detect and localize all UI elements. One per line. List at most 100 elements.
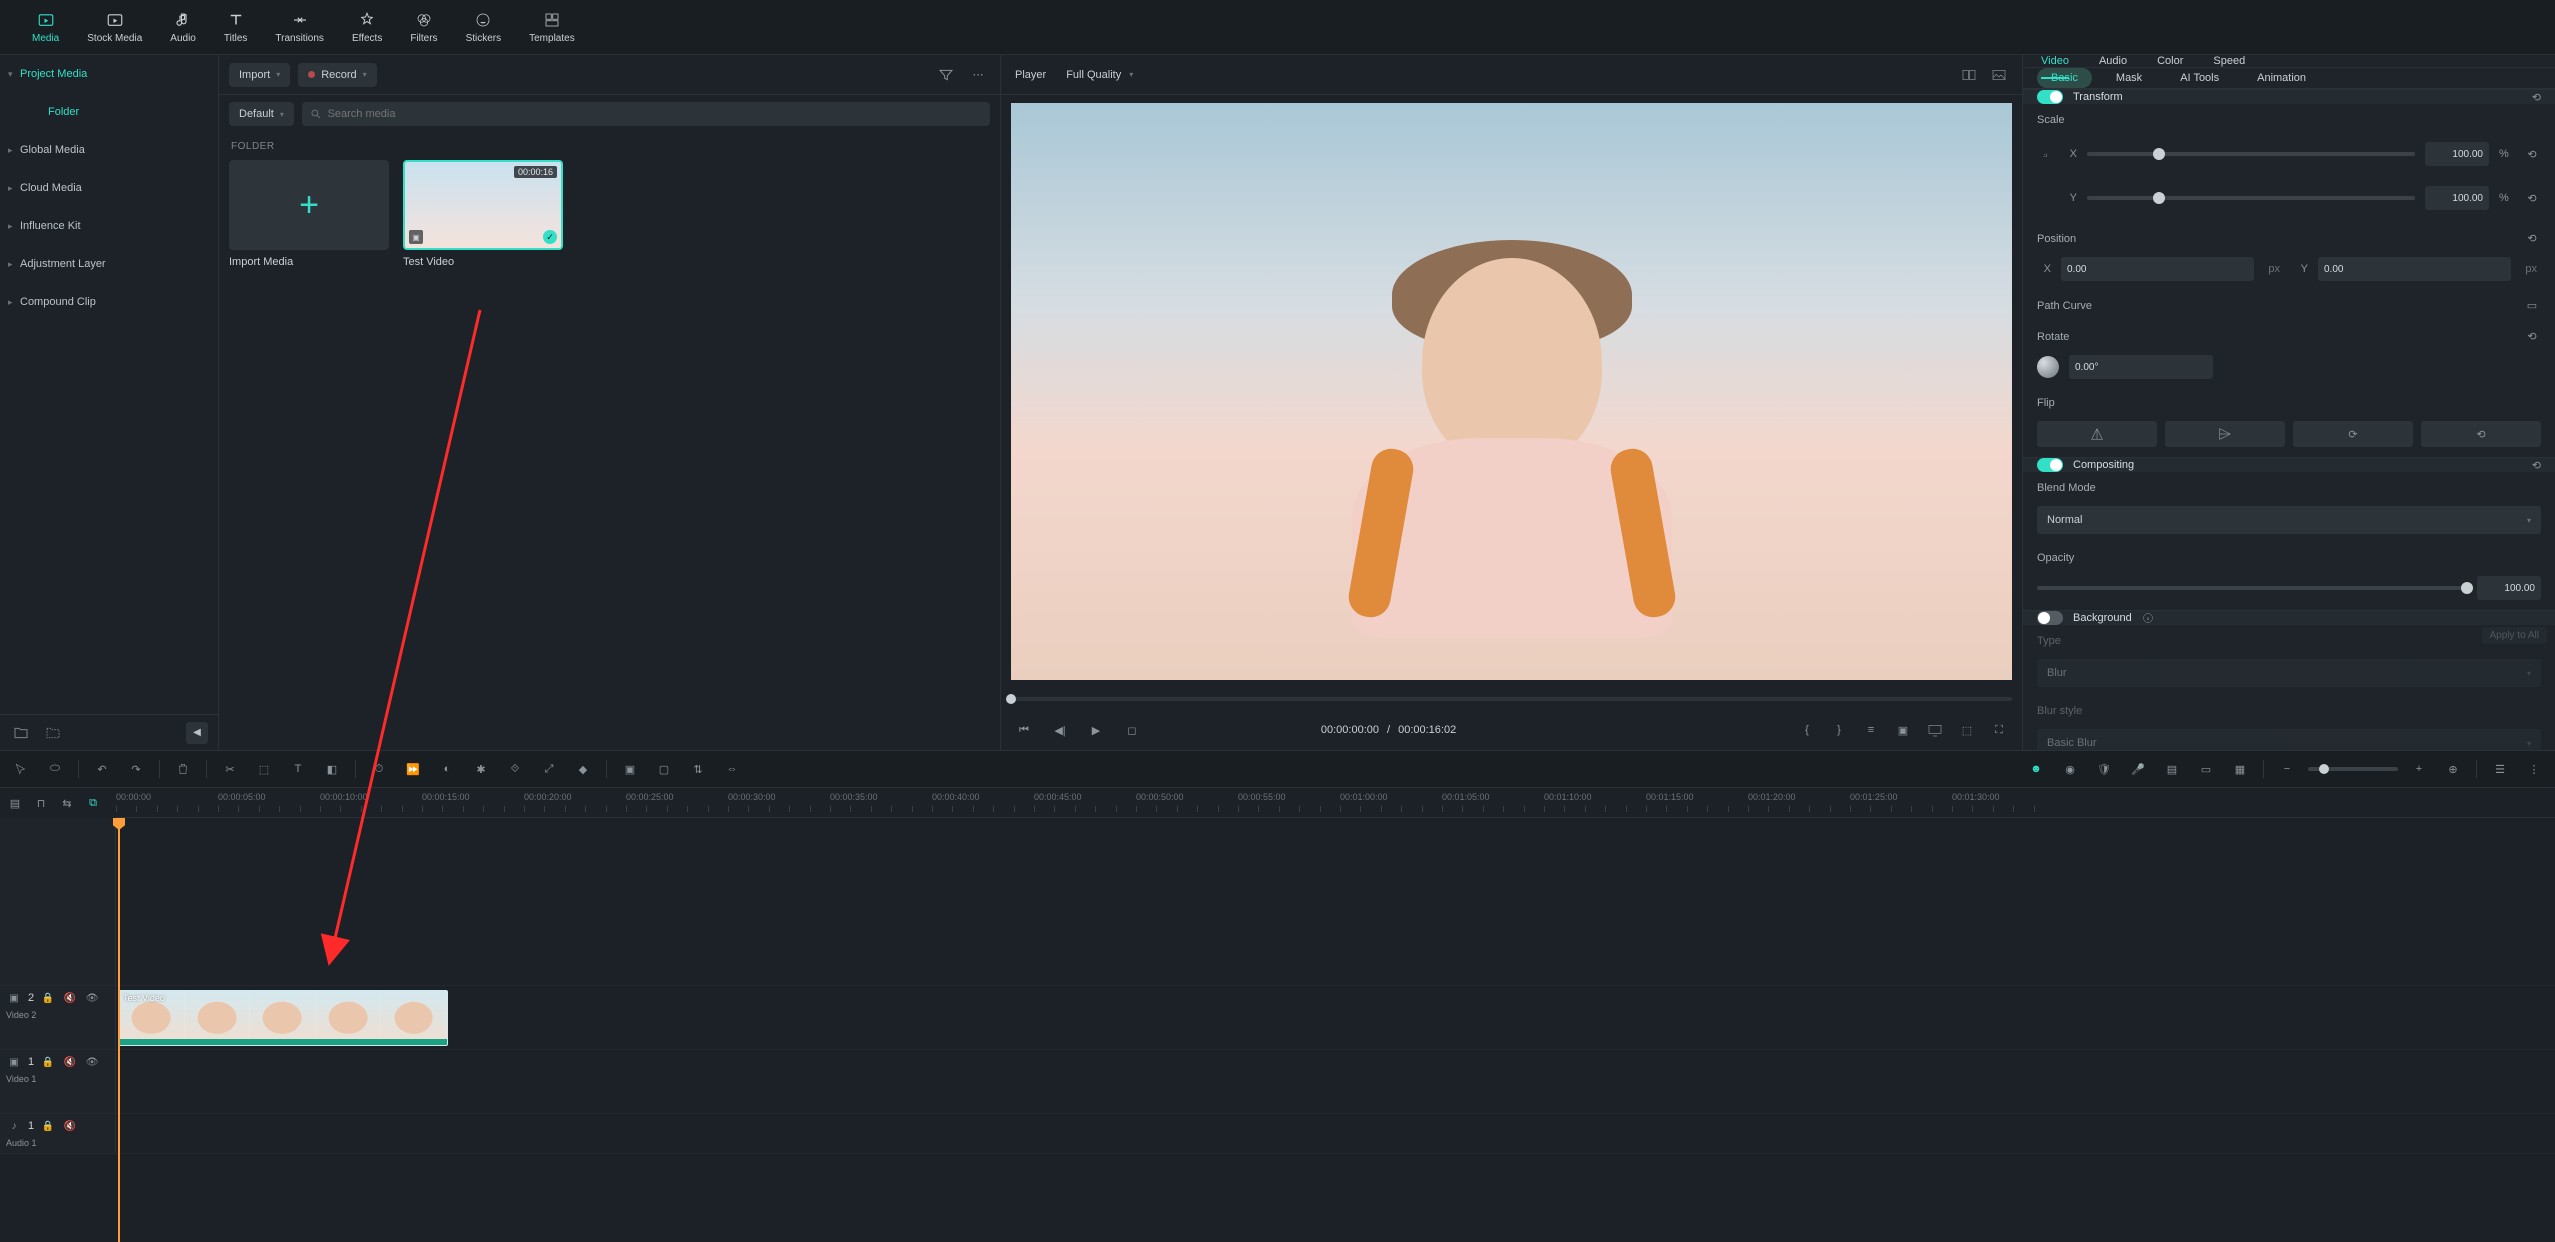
quality-dropdown[interactable]: Full Quality▾ <box>1066 69 1133 81</box>
inspector-tab-color[interactable]: Color <box>2157 55 2183 67</box>
bracket-open-icon[interactable]: { <box>1798 721 1816 739</box>
compositing-toggle[interactable] <box>2037 458 2063 472</box>
blendmode-select[interactable]: Normal▾ <box>2037 506 2541 534</box>
track-add-icon[interactable]: ▤ <box>6 794 24 812</box>
sidebar-item-global-media[interactable]: ▸Global Media <box>0 131 218 169</box>
nav-tab-stock[interactable]: Stock Media <box>73 5 156 50</box>
position-x-input[interactable] <box>2061 257 2254 281</box>
position-reset-icon[interactable]: ⟲ <box>2523 232 2541 245</box>
toggle-visibility-icon[interactable]: ◉ <box>2057 756 2083 782</box>
bg-type-select[interactable]: Blur▾ <box>2037 659 2541 687</box>
zoom-out-icon[interactable]: − <box>2274 756 2300 782</box>
collapse-sidebar-icon[interactable]: ◀ <box>186 722 208 744</box>
opacity-value[interactable]: 100.00 <box>2477 576 2541 600</box>
shield-icon[interactable]: 🛡 <box>2091 756 2117 782</box>
preview-seekbar[interactable] <box>1011 688 2012 710</box>
track-mute-icon[interactable]: 🔇 <box>62 1054 78 1070</box>
color-wheel-icon[interactable]: ◐ <box>434 756 460 782</box>
scale-x-reset-icon[interactable]: ⟲ <box>2523 148 2541 161</box>
inspector-subtab-mask[interactable]: Mask <box>2102 68 2156 88</box>
track-lock-icon[interactable]: 🔒 <box>40 990 56 1006</box>
info-icon[interactable] <box>2142 612 2154 624</box>
snapshot-icon[interactable]: ▣ <box>1894 721 1912 739</box>
flip-horizontal-button[interactable] <box>2037 421 2157 447</box>
inspector-tab-video[interactable]: Video <box>2041 55 2069 67</box>
rotate-ccw-button[interactable]: ⟲ <box>2421 421 2541 447</box>
sort-dropdown[interactable]: Default▾ <box>229 102 294 126</box>
track-hide-icon[interactable]: 👁 <box>84 990 100 1006</box>
prev-frame-icon[interactable]: ⏮ <box>1015 721 1033 739</box>
track-lock-icon[interactable]: 🔒 <box>40 1118 56 1134</box>
transform-reset-icon[interactable]: ⟲ <box>2532 91 2541 104</box>
sidebar-item-folder[interactable]: Folder <box>0 93 218 131</box>
timeline-clip[interactable]: Test Video <box>118 990 448 1046</box>
compare-view-icon[interactable] <box>1960 66 1978 84</box>
group-icon[interactable]: ▣ <box>617 756 643 782</box>
text-icon[interactable]: T <box>285 756 311 782</box>
flip-vertical-button[interactable] <box>2165 421 2285 447</box>
rotate-cw-button[interactable]: ⟳ <box>2293 421 2413 447</box>
picture-icon[interactable] <box>1990 66 2008 84</box>
nav-tab-titles[interactable]: Titles <box>210 5 262 50</box>
compositing-reset-icon[interactable]: ⟲ <box>2532 459 2541 472</box>
expand-icon[interactable]: ⤢ <box>536 756 562 782</box>
scale-y-value[interactable]: 100.00 <box>2425 186 2489 210</box>
redo-icon[interactable]: ↷ <box>123 756 149 782</box>
magnet-icon[interactable]: ⊓ <box>32 794 50 812</box>
scale-y-reset-icon[interactable]: ⟲ <box>2523 192 2541 205</box>
zoom-slider[interactable] <box>2308 767 2398 771</box>
blur-style-select[interactable]: Basic Blur▾ <box>2037 729 2541 750</box>
media-search[interactable] <box>302 102 990 126</box>
aspect-icon[interactable]: ⬚ <box>1958 721 1976 739</box>
scale-link-icon[interactable]: ⟓ <box>2037 138 2053 170</box>
nav-tab-effects[interactable]: Effects <box>338 5 396 50</box>
select-tool-icon[interactable] <box>8 756 34 782</box>
nav-tab-filters[interactable]: Filters <box>396 5 451 50</box>
snap-icon[interactable]: ⧉ <box>84 794 102 812</box>
playhead[interactable] <box>118 818 120 1242</box>
bracket-close-icon[interactable]: } <box>1830 721 1848 739</box>
timeline-ruler[interactable]: ▤ ⊓ ⇆ ⧉ 00:00:0000:00:05:0000:00:10:0000… <box>116 788 2555 818</box>
apply-to-all-button[interactable]: Apply to All <box>2482 627 2547 644</box>
filter-icon[interactable] <box>934 63 958 87</box>
inspector-subtab-animation[interactable]: Animation <box>2243 68 2320 88</box>
lasso-tool-icon[interactable] <box>42 756 68 782</box>
sidebar-item-compound-clip[interactable]: ▸Compound Clip <box>0 283 218 321</box>
track-mute-icon[interactable]: 🔇 <box>62 990 78 1006</box>
preview-canvas[interactable] <box>1011 103 2012 680</box>
marker-list-icon[interactable]: ≡ <box>1862 721 1880 739</box>
undo-icon[interactable]: ↶ <box>89 756 115 782</box>
export-folder-icon[interactable] <box>10 722 32 744</box>
track-media-icon[interactable]: ▣ <box>6 990 22 1006</box>
position-y-input[interactable] <box>2318 257 2511 281</box>
render-icon[interactable]: ▤ <box>2159 756 2185 782</box>
scale-y-slider[interactable] <box>2087 196 2415 200</box>
link-tracks-icon[interactable]: ⇆ <box>58 794 76 812</box>
rotate-reset-icon[interactable]: ⟲ <box>2523 330 2541 343</box>
scale-x-slider[interactable] <box>2087 152 2415 156</box>
mask-icon[interactable]: ◧ <box>319 756 345 782</box>
keyframe-icon[interactable]: ◆ <box>570 756 596 782</box>
fullscreen-icon[interactable]: ⛶ <box>1990 721 2008 739</box>
media-clip-tile[interactable]: 00:00:16 ▣ ✓ Test Video <box>403 160 563 268</box>
stop-icon[interactable]: ◻ <box>1123 721 1141 739</box>
sidebar-item-influence-kit[interactable]: ▸Influence Kit <box>0 207 218 245</box>
zoom-in-icon[interactable]: + <box>2406 756 2432 782</box>
transform-toggle[interactable] <box>2037 90 2063 104</box>
nav-tab-media[interactable]: Media <box>18 5 73 50</box>
crop-icon[interactable]: ⬚ <box>251 756 277 782</box>
sidebar-item-adjustment-layer[interactable]: ▸Adjustment Layer <box>0 245 218 283</box>
track-audio-icon[interactable]: ♪ <box>6 1118 22 1134</box>
clip-icon[interactable]: ▦ <box>2227 756 2253 782</box>
nav-tab-stickers[interactable]: Stickers <box>452 5 516 50</box>
nav-tab-templates[interactable]: Templates <box>515 5 589 50</box>
track-media-icon[interactable]: ▣ <box>6 1054 22 1070</box>
monitor-icon[interactable] <box>1926 721 1944 739</box>
record-button[interactable]: Record▾ <box>298 63 376 87</box>
delete-icon[interactable] <box>170 756 196 782</box>
speed-fast-icon[interactable]: ⏩ <box>400 756 426 782</box>
nav-tab-audio[interactable]: Audio <box>156 5 210 50</box>
track-mute-icon[interactable]: 🔇 <box>62 1118 78 1134</box>
split-icon[interactable]: ✂ <box>217 756 243 782</box>
pathcurve-button[interactable]: ▭ <box>2523 299 2541 312</box>
